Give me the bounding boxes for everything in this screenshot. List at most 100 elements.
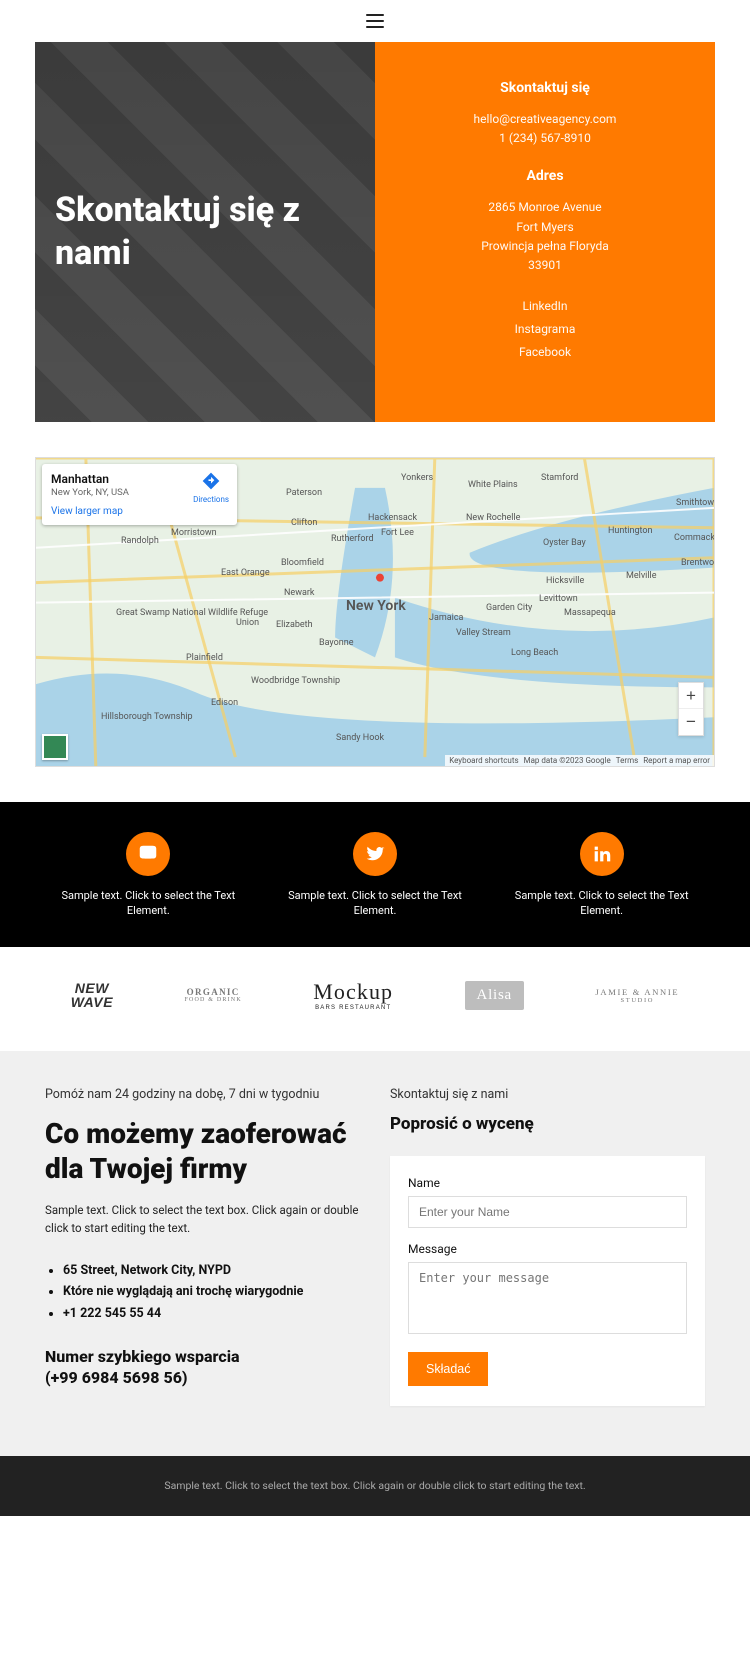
page-header [0, 0, 750, 42]
offer-list-item: 65 Street, Network City, NYPD [63, 1260, 360, 1281]
social-strip: Sample text. Click to select the Text El… [0, 802, 750, 948]
linkedin-icon[interactable] [580, 832, 624, 876]
map-label: Stamford [541, 473, 578, 483]
map-directions[interactable]: Directions [193, 471, 229, 504]
hero-image-panel: Skontaktuj się z nami [35, 42, 375, 422]
map-zoom-controls: + − [678, 682, 704, 736]
map-label: Great Swamp National Wildlife Refuge [116, 608, 268, 618]
map-label: Brentwood [681, 558, 715, 568]
hero-section: Skontaktuj się z nami Skontaktuj się hel… [35, 42, 715, 422]
map-label: New Rochelle [466, 513, 520, 523]
support-number: (+99 6984 5698 56) [45, 1367, 360, 1389]
map-label: Hillsborough Township [101, 712, 193, 722]
brand-logo-organic: ORGANIC FOOD & DRINK [184, 987, 241, 1003]
map-label: White Plains [468, 480, 518, 490]
address-line: 2865 Monroe Avenue [403, 198, 687, 217]
name-label: Name [408, 1176, 687, 1190]
social-link-facebook[interactable]: Facebook [403, 341, 687, 364]
address-line: Prowincja pełna Floryda [403, 237, 687, 256]
name-input[interactable] [408, 1196, 687, 1228]
offer-text-block: Pomóż nam 24 godziny na dobę, 7 dni w ty… [45, 1087, 360, 1406]
map-label: Sandy Hook [336, 733, 384, 743]
social-item-text: Sample text. Click to select the Text El… [272, 888, 479, 920]
contact-email[interactable]: hello@creativeagency.com [403, 110, 687, 129]
support-label: Numer szybkiego wsparcia [45, 1346, 360, 1368]
map-directions-label: Directions [193, 495, 229, 504]
map-label: Randolph [121, 536, 159, 546]
address-line: 33901 [403, 256, 687, 275]
map-label: Union [236, 618, 259, 628]
menu-icon[interactable] [366, 14, 384, 28]
offer-title: Co możemy zaoferować dla Twojej firmy [45, 1116, 360, 1186]
map-label: Levittown [539, 594, 578, 604]
address-line: Fort Myers [403, 218, 687, 237]
social-item-linkedin: Sample text. Click to select the Text El… [488, 832, 715, 920]
brand-logo-mockup: Mockup BARS RESTAURANT [313, 979, 393, 1011]
map-label: Bayonne [319, 638, 353, 648]
map-footer-item[interactable]: Keyboard shortcuts [449, 756, 518, 765]
map-label: East Orange [221, 568, 270, 578]
map-view-larger-link[interactable]: View larger map [51, 506, 228, 517]
offer-list-item: +1 222 545 55 44 [63, 1303, 360, 1324]
map-label: Jamaica [429, 613, 463, 623]
map-label: Woodbridge Township [251, 676, 340, 686]
map-label: Paterson [286, 488, 322, 498]
map-label: Fort Lee [381, 528, 414, 538]
map-label: Plainfield [186, 653, 223, 663]
map-label: Newark [284, 588, 314, 598]
form-block: Skontaktuj się z nami Poprosić o wycenę … [390, 1087, 705, 1406]
page-footer: Sample text. Click to select the text bo… [0, 1456, 750, 1516]
social-item-twitter: Sample text. Click to select the Text El… [262, 832, 489, 920]
contact-heading: Skontaktuj się [403, 80, 687, 96]
map-embed[interactable]: YonkersPatersonStamfordCliftonHackensack… [35, 457, 715, 767]
submit-button[interactable]: Składać [408, 1352, 488, 1386]
map-label: Oyster Bay [543, 538, 586, 548]
offer-description: Sample text. Click to select the text bo… [45, 1202, 360, 1238]
twitter-icon[interactable] [353, 832, 397, 876]
map-label: Melville [626, 571, 657, 581]
contact-phone[interactable]: 1 (234) 567-8910 [403, 129, 687, 148]
map-label: Long Beach [511, 648, 558, 658]
map-label: Hicksville [546, 576, 584, 586]
form-title: Poprosić o wycenę [390, 1114, 705, 1134]
message-input[interactable] [408, 1262, 687, 1334]
offer-list-item: Które nie wyglądają ani trochę wiarygodn… [63, 1281, 360, 1302]
map-footer-item[interactable]: Report a map error [643, 756, 710, 765]
youtube-icon[interactable] [126, 832, 170, 876]
map-footer-item: Map data ©2023 Google [524, 756, 611, 765]
map-attribution: Keyboard shortcuts Map data ©2023 Google… [445, 755, 714, 766]
brand-strip: NEWWAVE ORGANIC FOOD & DRINK Mockup BARS… [0, 947, 750, 1051]
map-label: Morristown [171, 528, 217, 538]
brand-logo-newwave: NEWWAVE [71, 981, 113, 1009]
social-item-text: Sample text. Click to select the Text El… [498, 888, 705, 920]
offer-subhead: Pomóż nam 24 godziny na dobę, 7 dni w ty… [45, 1087, 360, 1102]
map-label: Huntington [608, 526, 652, 536]
hero-title: Skontaktuj się z nami [55, 189, 355, 274]
brand-logo-alisa: Alisa [465, 981, 524, 1010]
social-item-text: Sample text. Click to select the Text El… [45, 888, 252, 920]
map-label: Valley Stream [456, 628, 511, 638]
map-label: Hackensack [368, 513, 417, 523]
message-label: Message [408, 1242, 687, 1256]
map-info-card: Directions Manhattan New York, NY, USA V… [42, 464, 237, 525]
form-subhead: Skontaktuj się z nami [390, 1087, 705, 1102]
map-label: Garden City [486, 603, 532, 613]
map-label: Commack [674, 533, 715, 543]
map-label-newyork: New York [346, 598, 406, 614]
footer-text: Sample text. Click to select the text bo… [164, 1479, 585, 1492]
social-link-linkedin[interactable]: LinkedIn [403, 295, 687, 318]
contact-card: Skontaktuj się hello@creativeagency.com … [375, 42, 715, 422]
map-satellite-thumb[interactable] [42, 734, 68, 760]
social-link-instagram[interactable]: Instagrama [403, 318, 687, 341]
social-item-youtube: Sample text. Click to select the Text El… [35, 832, 262, 920]
map-label: Edison [211, 698, 238, 708]
offer-list: 65 Street, Network City, NYPD Które nie … [63, 1260, 360, 1324]
map-label: Massapequa [564, 608, 616, 618]
map-zoom-in[interactable]: + [679, 683, 703, 709]
address-heading: Adres [403, 168, 687, 184]
map-label: Bloomfield [281, 558, 324, 568]
map-label: Rutherford [331, 534, 374, 544]
map-footer-item[interactable]: Terms [616, 756, 638, 765]
map-zoom-out[interactable]: − [679, 709, 703, 735]
map-label: Yonkers [401, 473, 433, 483]
